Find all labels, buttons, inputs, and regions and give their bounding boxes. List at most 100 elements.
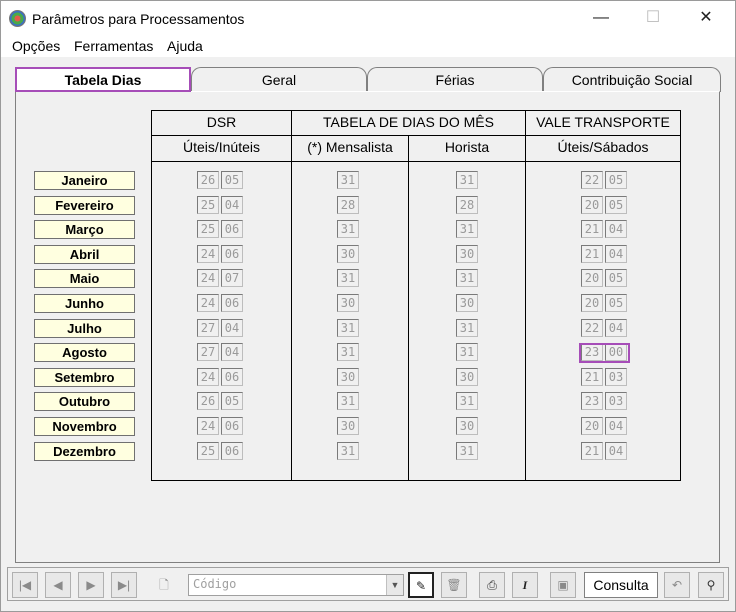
horista-field[interactable]: 30 [456, 417, 478, 435]
vt-sabados-field[interactable]: 05 [605, 196, 627, 214]
vt-sabados-field[interactable]: 04 [605, 245, 627, 263]
chevron-down-icon[interactable]: ▼ [386, 575, 403, 595]
month-label[interactable]: Novembro [34, 417, 135, 436]
mensalista-field[interactable]: 31 [337, 343, 359, 361]
horista-field[interactable]: 30 [456, 368, 478, 386]
vt-sabados-field[interactable]: 05 [605, 171, 627, 189]
tab-ferias[interactable]: Férias [367, 67, 543, 92]
vt-uteis-field[interactable]: 20 [581, 196, 603, 214]
mensalista-field[interactable]: 31 [337, 269, 359, 287]
vt-uteis-field[interactable]: 21 [581, 442, 603, 460]
consulta-button[interactable]: Consulta [584, 572, 658, 598]
horista-field[interactable]: 31 [456, 442, 478, 460]
dsr-uteis-field[interactable]: 27 [197, 343, 219, 361]
next-record-icon[interactable]: ▶ [78, 572, 104, 598]
dsr-uteis-field[interactable]: 26 [197, 171, 219, 189]
mensalista-field[interactable]: 30 [337, 368, 359, 386]
minimize-button[interactable]: — [586, 7, 616, 29]
tab-tabela-dias[interactable]: Tabela Dias [15, 67, 191, 92]
mensalista-field[interactable]: 31 [337, 319, 359, 337]
dsr-uteis-field[interactable]: 27 [197, 319, 219, 337]
dsr-uteis-field[interactable]: 24 [197, 294, 219, 312]
dsr-uteis-field[interactable]: 24 [197, 417, 219, 435]
dsr-uteis-field[interactable]: 25 [197, 196, 219, 214]
vt-uteis-field[interactable]: 20 [581, 417, 603, 435]
vt-sabados-field[interactable]: 04 [605, 220, 627, 238]
vt-uteis-field[interactable]: 20 [581, 294, 603, 312]
menu-opcoes[interactable]: Opções [12, 38, 60, 54]
mensalista-field[interactable]: 30 [337, 417, 359, 435]
dsr-inuteis-field[interactable]: 06 [221, 220, 243, 238]
vt-sabados-field[interactable]: 04 [605, 417, 627, 435]
dsr-inuteis-field[interactable]: 05 [221, 392, 243, 410]
dsr-inuteis-field[interactable]: 06 [221, 442, 243, 460]
horista-field[interactable]: 31 [456, 269, 478, 287]
mensalista-field[interactable]: 30 [337, 245, 359, 263]
month-label[interactable]: Maio [34, 269, 135, 288]
month-label[interactable]: Abril [34, 245, 135, 264]
horista-field[interactable]: 31 [456, 171, 478, 189]
month-label[interactable]: Julho [34, 319, 135, 338]
month-label[interactable]: Março [34, 220, 135, 239]
horista-field[interactable]: 31 [456, 319, 478, 337]
dsr-inuteis-field[interactable]: 05 [221, 171, 243, 189]
month-label[interactable]: Agosto [34, 343, 135, 362]
dsr-uteis-field[interactable]: 24 [197, 269, 219, 287]
vt-sabados-field[interactable]: 03 [605, 368, 627, 386]
horista-field[interactable]: 31 [456, 392, 478, 410]
vt-uteis-field[interactable]: 20 [581, 269, 603, 287]
vt-sabados-field[interactable]: 03 [605, 392, 627, 410]
tab-contribuicao-social[interactable]: Contribuição Social [543, 67, 721, 92]
mensalista-field[interactable]: 28 [337, 196, 359, 214]
menu-ajuda[interactable]: Ajuda [167, 38, 203, 54]
menu-ferramentas[interactable]: Ferramentas [74, 38, 153, 54]
dsr-uteis-field[interactable]: 25 [197, 220, 219, 238]
month-label[interactable]: Junho [34, 294, 135, 313]
binoculars-icon[interactable]: ⚲ [698, 572, 724, 598]
vt-uteis-field[interactable]: 21 [581, 368, 603, 386]
dsr-uteis-field[interactable]: 26 [197, 392, 219, 410]
horista-field[interactable]: 31 [456, 220, 478, 238]
mensalista-field[interactable]: 31 [337, 442, 359, 460]
italic-icon[interactable]: I [512, 572, 538, 598]
month-label[interactable]: Dezembro [34, 442, 135, 461]
undo-icon[interactable]: ↶ [664, 572, 690, 598]
dsr-inuteis-field[interactable]: 06 [221, 417, 243, 435]
dsr-inuteis-field[interactable]: 04 [221, 196, 243, 214]
maximize-button[interactable]: ☐ [638, 7, 668, 29]
horista-field[interactable]: 31 [456, 343, 478, 361]
mensalista-field[interactable]: 31 [337, 392, 359, 410]
vt-sabados-field[interactable]: 04 [605, 442, 627, 460]
dsr-inuteis-field[interactable]: 06 [221, 368, 243, 386]
vt-sabados-field[interactable]: 05 [605, 269, 627, 287]
last-record-icon[interactable]: ▶| [111, 572, 137, 598]
vt-uteis-field[interactable]: 22 [581, 319, 603, 337]
vt-uteis-field[interactable]: 23 [581, 392, 603, 410]
close-button[interactable]: ✕ [691, 7, 721, 29]
month-label[interactable]: Setembro [34, 368, 135, 387]
print-icon[interactable]: ⎙ [479, 572, 505, 598]
dsr-uteis-field[interactable]: 25 [197, 442, 219, 460]
vt-uteis-field[interactable]: 22 [581, 171, 603, 189]
dsr-inuteis-field[interactable]: 06 [221, 245, 243, 263]
mensalista-field[interactable]: 31 [337, 220, 359, 238]
month-label[interactable]: Janeiro [34, 171, 135, 190]
new-document-icon[interactable]: 🗋 [151, 572, 177, 598]
save-icon[interactable]: ▣ [550, 572, 576, 598]
tab-geral[interactable]: Geral [191, 67, 367, 92]
prev-record-icon[interactable]: ◀ [45, 572, 71, 598]
dsr-inuteis-field[interactable]: 06 [221, 294, 243, 312]
vt-uteis-field[interactable]: 21 [581, 245, 603, 263]
dsr-inuteis-field[interactable]: 07 [221, 269, 243, 287]
code-combo[interactable]: Código ▼ [188, 574, 404, 596]
month-label[interactable]: Fevereiro [34, 196, 135, 215]
vt-sabados-field[interactable]: 04 [605, 319, 627, 337]
dsr-uteis-field[interactable]: 24 [197, 368, 219, 386]
dsr-inuteis-field[interactable]: 04 [221, 319, 243, 337]
month-label[interactable]: Outubro [34, 392, 135, 411]
vt-uteis-field[interactable]: 21 [581, 220, 603, 238]
mensalista-field[interactable]: 31 [337, 171, 359, 189]
horista-field[interactable]: 30 [456, 294, 478, 312]
dsr-uteis-field[interactable]: 24 [197, 245, 219, 263]
first-record-icon[interactable]: |◀ [12, 572, 38, 598]
